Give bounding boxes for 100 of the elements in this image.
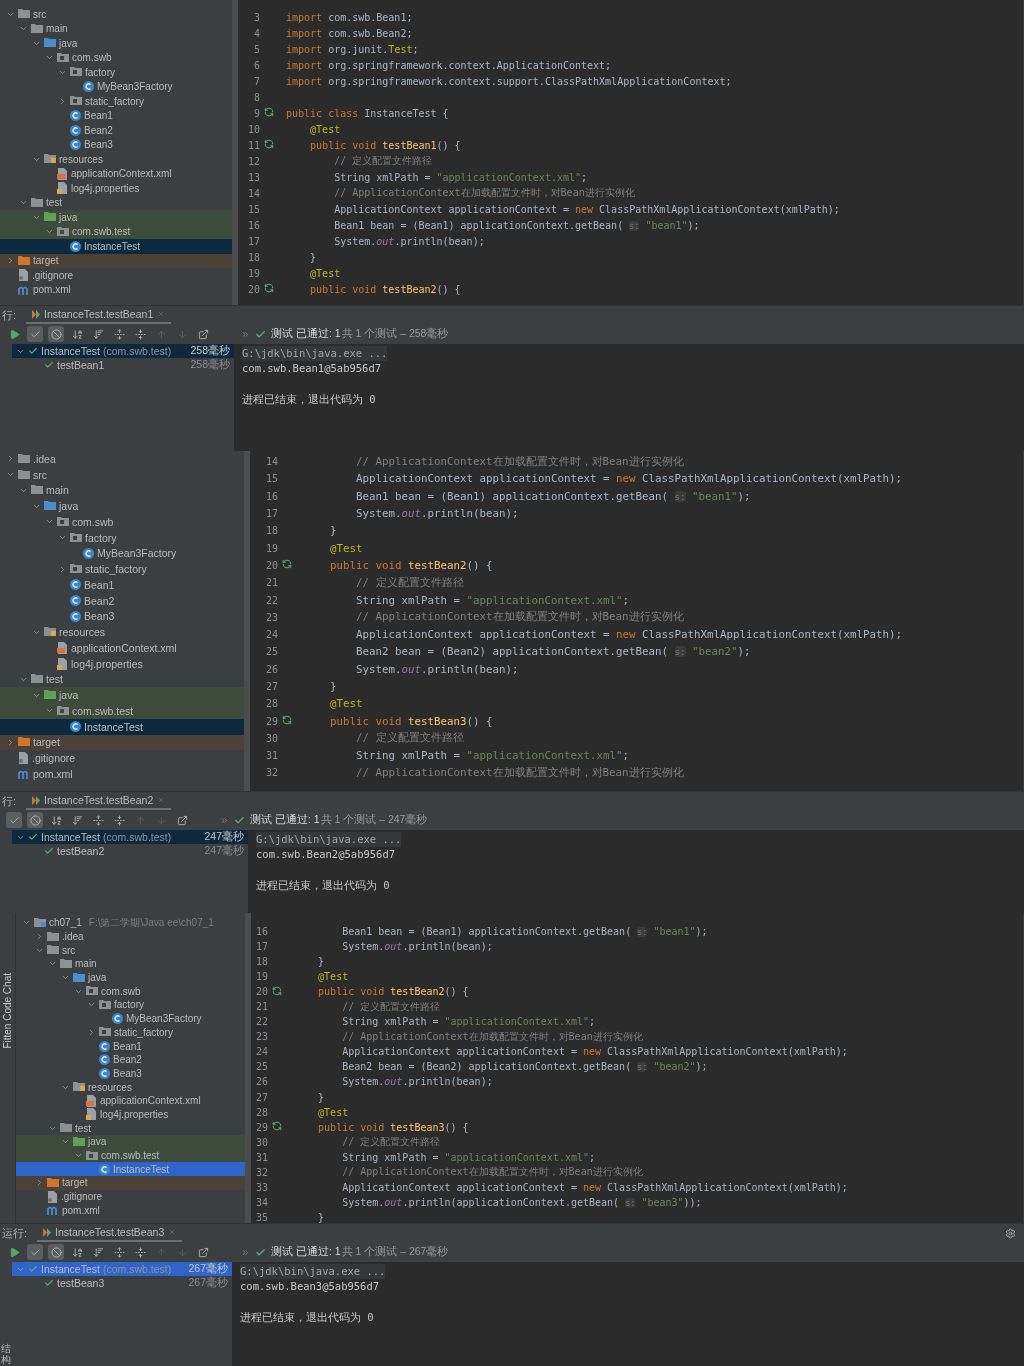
collapse-all-button[interactable] (132, 1244, 148, 1260)
test-item[interactable]: InstanceTest (com.swb.test) 247毫秒 (12, 830, 248, 844)
tree-item[interactable]: pom.xml (0, 282, 232, 297)
run-gutter-icon[interactable] (264, 139, 274, 149)
tree-item[interactable]: resources (16, 1080, 245, 1094)
tree-item[interactable]: factory (16, 998, 245, 1012)
tree-item[interactable]: static_factory (0, 94, 232, 109)
tree-item[interactable]: test (0, 671, 244, 688)
tree-item[interactable]: MyBean3Factory (0, 545, 244, 562)
show-ignored-button[interactable] (48, 1244, 64, 1260)
tree-item[interactable]: applicationContext.xml (0, 166, 232, 181)
run-gutter-icon[interactable] (282, 714, 292, 725)
run-gutter-icon[interactable] (272, 985, 282, 996)
tree-item[interactable]: Bean1 (16, 1039, 245, 1053)
tree-item[interactable]: java (0, 36, 232, 51)
tree-item[interactable]: java (0, 210, 232, 225)
chevron-right-icon[interactable] (6, 454, 15, 464)
tree-item[interactable]: java (0, 687, 244, 703)
tree-item[interactable]: log4j.properties (0, 655, 244, 672)
tree-item[interactable]: Bean1 (0, 577, 244, 593)
tree-item[interactable]: Bean2 (0, 123, 232, 138)
show-passed-button[interactable] (27, 326, 43, 342)
close-icon[interactable] (157, 310, 166, 318)
test-item[interactable]: testBean3 267毫秒 (12, 1276, 232, 1290)
tree-item[interactable]: Bean3 (0, 137, 232, 152)
tree-item[interactable]: Bean2 (16, 1052, 245, 1067)
run-gutter-icon[interactable] (272, 1121, 282, 1132)
run-tab[interactable]: InstanceTest.testBean2 (26, 792, 172, 810)
tree-item[interactable]: MyBean3Factory (0, 79, 232, 94)
show-ignored-button[interactable] (48, 326, 64, 342)
expand-all-button[interactable] (111, 1244, 127, 1260)
tree-item[interactable]: com.swb (16, 984, 245, 999)
tree-item[interactable]: resources (0, 152, 232, 167)
tree-item[interactable]: log4j.properties (16, 1107, 245, 1122)
tree-item[interactable]: pom.xml (16, 1203, 245, 1218)
tree-item[interactable]: factory (0, 65, 232, 80)
chevron-right-icon[interactable] (35, 1178, 44, 1188)
tree-item[interactable]: test (0, 195, 232, 210)
tree-item[interactable]: test (16, 1121, 245, 1135)
tree-item[interactable]: main (16, 957, 245, 971)
tree-item[interactable]: .idea (0, 451, 244, 467)
chevron-right-icon[interactable] (35, 932, 44, 942)
run-tab[interactable]: InstanceTest.testBean3 (37, 1224, 183, 1242)
tree-item[interactable]: applicationContext.xml (0, 640, 244, 656)
collapse-all-button[interactable] (132, 326, 148, 342)
tree-item[interactable]: java (0, 498, 244, 514)
tree-item[interactable]: main (0, 21, 232, 36)
test-item[interactable]: testBean1 258毫秒 (12, 358, 234, 372)
close-icon[interactable] (157, 796, 166, 804)
test-item[interactable]: InstanceTest (com.swb.test) 258毫秒 (12, 344, 234, 358)
side-tab-label[interactable]: 结构 (1, 1343, 11, 1365)
tree-item[interactable]: java (16, 970, 245, 985)
collapse-all-button[interactable] (111, 812, 127, 828)
tree-item[interactable]: static_factory (0, 561, 244, 577)
tree-item[interactable]: InstanceTest (0, 239, 232, 254)
tree-item[interactable]: main (0, 482, 244, 499)
run-tab[interactable]: InstanceTest.testBean1 (26, 306, 172, 324)
tree-item[interactable]: com.swb (0, 514, 244, 530)
tree-item[interactable]: MyBean3Factory (16, 1011, 245, 1026)
test-item[interactable]: InstanceTest (com.swb.test) 267毫秒 (12, 1262, 232, 1276)
chevron-right-icon[interactable] (6, 737, 15, 747)
tree-item[interactable]: java (16, 1135, 245, 1149)
chevron-right-icon[interactable] (87, 1027, 96, 1037)
show-ignored-button[interactable] (27, 812, 43, 828)
tree-item[interactable]: applicationContext.xml (16, 1093, 245, 1108)
run-gutter-icon[interactable] (264, 283, 274, 293)
more-icon[interactable] (220, 815, 229, 825)
tree-item[interactable]: static_factory (16, 1025, 245, 1040)
tree-item[interactable]: com.swb (0, 50, 232, 65)
settings-icon[interactable] (1005, 1227, 1016, 1239)
tree-item[interactable]: src (16, 943, 245, 958)
expand-all-button[interactable] (90, 812, 106, 828)
tree-item[interactable]: .gitignore (0, 750, 244, 766)
tree-item[interactable]: InstanceTest (16, 1162, 245, 1177)
tree-item[interactable]: pom.xml (0, 766, 244, 782)
more-icon[interactable] (241, 1247, 250, 1257)
tree-item[interactable]: Bean3 (16, 1066, 245, 1081)
tree-item[interactable]: Bean3 (0, 608, 244, 625)
show-passed-button[interactable] (6, 812, 22, 828)
run-gutter-icon[interactable] (264, 107, 274, 117)
side-tab-label[interactable]: Fitten Code Chat (2, 973, 13, 1049)
more-icon[interactable] (241, 329, 250, 339)
close-icon[interactable] (168, 1228, 177, 1236)
tree-item[interactable]: factory (0, 529, 244, 546)
tree-item[interactable]: Bean1 (0, 108, 232, 123)
tree-item[interactable]: target (16, 1176, 245, 1190)
test-item[interactable]: testBean2 247毫秒 (12, 844, 248, 858)
tree-item[interactable]: .gitignore (0, 268, 232, 283)
show-passed-button[interactable] (27, 1244, 43, 1260)
run-gutter-icon[interactable] (282, 558, 292, 569)
chevron-right-icon[interactable] (58, 564, 67, 574)
tree-item[interactable]: com.swb.test (0, 703, 244, 719)
tree-item[interactable]: log4j.properties (0, 181, 232, 196)
tree-item[interactable]: src (0, 466, 244, 483)
chevron-right-icon[interactable] (6, 256, 15, 266)
tree-item[interactable]: Bean2 (0, 592, 244, 609)
tree-item[interactable]: .gitignore (16, 1189, 245, 1204)
expand-all-button[interactable] (111, 326, 127, 342)
tree-item[interactable]: src (0, 7, 232, 22)
chevron-right-icon[interactable] (58, 96, 67, 106)
